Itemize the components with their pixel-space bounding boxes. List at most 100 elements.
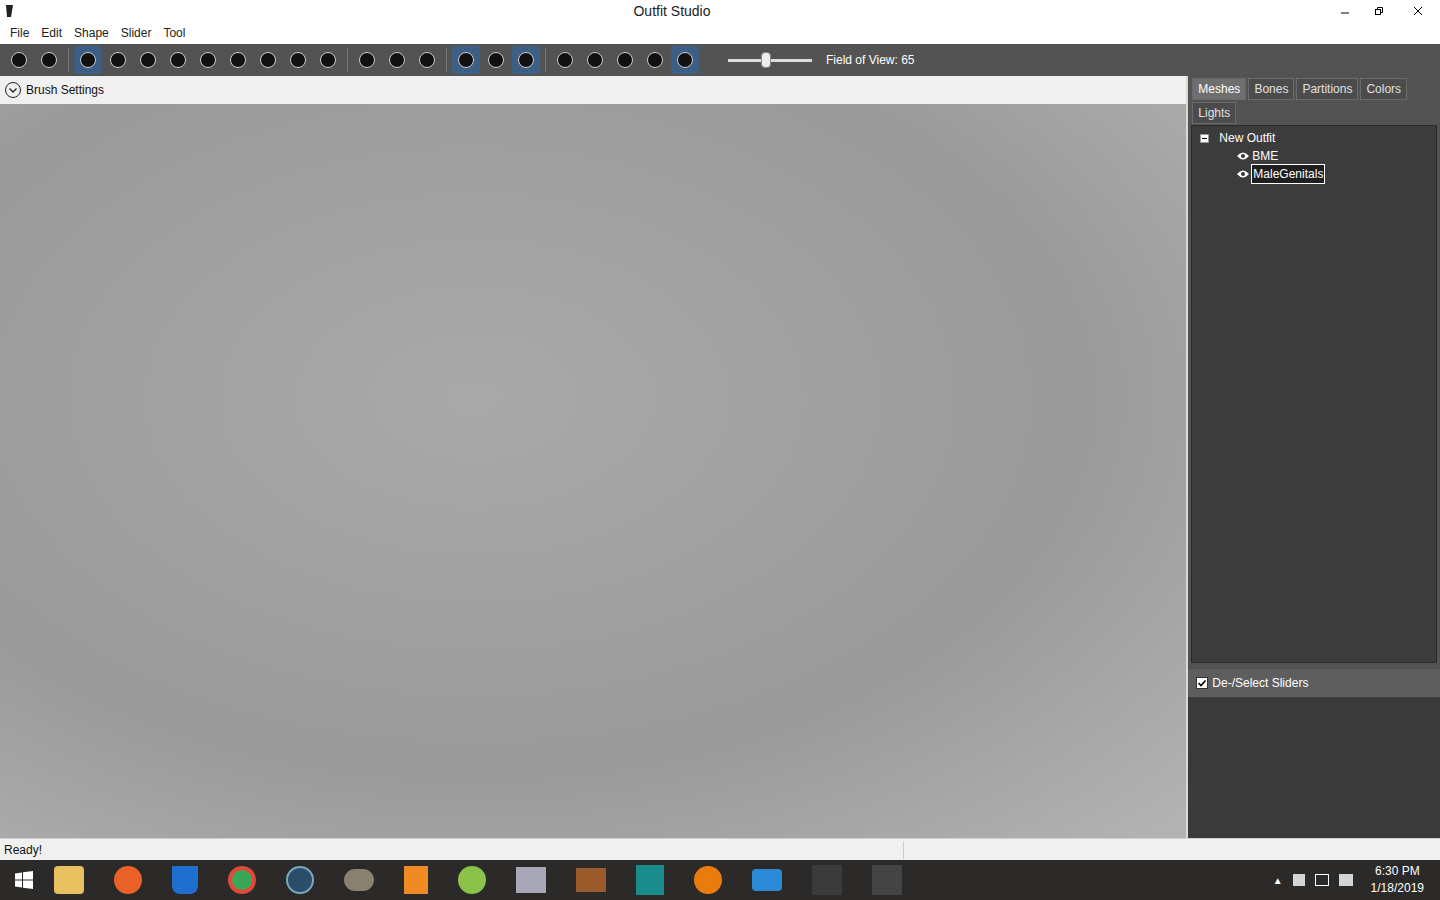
tool-button[interactable] (581, 46, 609, 74)
tree-label: New Outfit (1219, 129, 1275, 147)
tool-button[interactable] (5, 46, 33, 74)
tool-button[interactable] (134, 46, 162, 74)
tool-button[interactable] (641, 46, 669, 74)
separator (446, 48, 447, 72)
menu-bar: FileEditShapeSliderTool (0, 22, 1440, 44)
tool-button[interactable] (353, 46, 381, 74)
tool-icon[interactable] (516, 867, 546, 893)
separator (68, 48, 69, 72)
outfit-studio-icon[interactable] (872, 865, 902, 895)
explorer-icon[interactable] (54, 866, 84, 894)
tool-icon (11, 52, 27, 68)
tool-button[interactable] (254, 46, 282, 74)
flag-icon[interactable] (1293, 874, 1305, 886)
tool-icon (359, 52, 375, 68)
panel-tabs: MeshesBonesPartitionsColors Lights (1188, 76, 1428, 124)
3d-viewport[interactable] (0, 104, 1186, 838)
mesh-row[interactable]: MaleGenitals (1192, 165, 1436, 183)
tool-button[interactable] (35, 46, 63, 74)
window-title: Outfit Studio (16, 1, 1328, 22)
mesh-row[interactable]: BME (1192, 147, 1436, 165)
clock-time: 6:30 PM (1375, 863, 1420, 880)
anvil-icon[interactable] (576, 868, 606, 892)
minimize-icon[interactable] (1328, 0, 1362, 22)
app-icon[interactable] (752, 869, 782, 891)
3dsmax-icon[interactable] (636, 865, 664, 895)
tool-button[interactable] (104, 46, 132, 74)
panel-tab[interactable]: Lights (1192, 102, 1236, 124)
separator (347, 48, 348, 72)
tool-icon (587, 52, 603, 68)
panel-tab[interactable]: Bones (1248, 78, 1294, 100)
tool-button[interactable] (482, 46, 510, 74)
mesh-label[interactable]: MaleGenitals (1251, 164, 1325, 184)
tool-icon (110, 52, 126, 68)
side-panel: MeshesBonesPartitionsColors Lights New Ou… (1188, 76, 1440, 838)
slider-label[interactable]: De-/Select Sliders (1212, 674, 1308, 692)
separator (545, 48, 546, 72)
panel-tab[interactable]: Colors (1360, 78, 1407, 100)
close-icon[interactable] (1396, 0, 1440, 22)
tool-button[interactable] (452, 46, 480, 74)
panel-tab[interactable]: Meshes (1192, 78, 1246, 100)
slider-checkbox[interactable] (1196, 677, 1208, 689)
network-icon[interactable] (1315, 874, 1329, 886)
fov-slider[interactable] (728, 59, 812, 62)
tool-icon (557, 52, 573, 68)
eye-icon[interactable] (1236, 169, 1250, 179)
player-icon[interactable] (404, 866, 428, 894)
volume-icon[interactable] (1339, 874, 1353, 886)
tool-button[interactable] (383, 46, 411, 74)
tool-icon (290, 52, 306, 68)
clock-date: 1/18/2019 (1371, 880, 1424, 897)
tool-button[interactable] (194, 46, 222, 74)
panel-tab[interactable]: Partitions (1296, 78, 1358, 100)
camera-icon[interactable] (286, 866, 314, 894)
taskbar: ▲ 6:30 PM 1/18/2019 (0, 860, 1440, 900)
outfit-studio-icon[interactable] (812, 865, 842, 895)
tool-icon (518, 52, 534, 68)
menu-item[interactable]: Edit (35, 24, 68, 42)
collapse-icon[interactable] (4, 81, 22, 99)
menu-item[interactable]: Slider (115, 24, 158, 42)
brush-settings-bar[interactable]: Brush Settings (0, 76, 1186, 104)
tool-button[interactable] (671, 46, 699, 74)
restore-icon[interactable] (1362, 0, 1396, 22)
tool-icon (80, 52, 96, 68)
tree-root[interactable]: New Outfit (1192, 129, 1436, 147)
title-bar: Outfit Studio (0, 0, 1440, 22)
brush-settings-label[interactable]: Brush Settings (26, 81, 104, 99)
menu-item[interactable]: File (4, 24, 35, 42)
tool-button[interactable] (284, 46, 312, 74)
tool-icon (170, 52, 186, 68)
tool-button[interactable] (512, 46, 540, 74)
defender-icon[interactable] (172, 866, 198, 894)
menu-item[interactable]: Shape (68, 24, 115, 42)
toolbar: Field of View: 65 (0, 44, 1440, 76)
tool-icon (200, 52, 216, 68)
tool-button[interactable] (224, 46, 252, 74)
chrome-icon[interactable] (228, 866, 256, 894)
app-icon (4, 4, 16, 18)
fov-label: Field of View: 65 (826, 51, 915, 69)
fov-thumb[interactable] (761, 52, 771, 68)
menu-item[interactable]: Tool (157, 24, 191, 42)
expander[interactable] (1200, 134, 1209, 143)
tool-button[interactable] (74, 46, 102, 74)
tool-icon (389, 52, 405, 68)
tool-button[interactable] (551, 46, 579, 74)
clock[interactable]: 6:30 PM 1/18/2019 (1371, 863, 1424, 897)
android-icon[interactable] (458, 866, 486, 894)
eye-icon[interactable] (1236, 151, 1250, 161)
blender-icon[interactable] (694, 866, 722, 894)
start-icon[interactable] (0, 871, 48, 889)
firefox-icon[interactable] (114, 866, 142, 894)
tool-button[interactable] (611, 46, 639, 74)
tool-button[interactable] (314, 46, 342, 74)
gimp-icon[interactable] (344, 869, 374, 891)
tool-button[interactable] (413, 46, 441, 74)
mesh-label[interactable]: BME (1251, 147, 1279, 165)
tray-arrow-icon[interactable]: ▲ (1273, 873, 1283, 888)
tool-button[interactable] (164, 46, 192, 74)
tool-icon (647, 52, 663, 68)
